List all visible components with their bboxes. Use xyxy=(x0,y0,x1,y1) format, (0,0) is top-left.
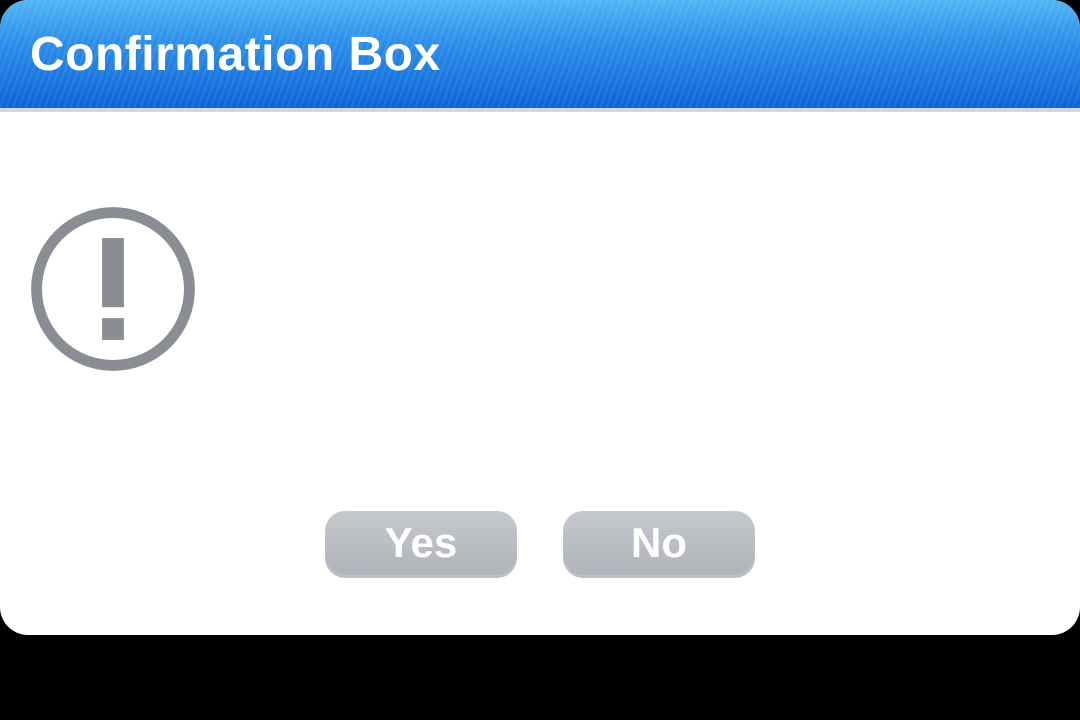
no-button[interactable]: No xyxy=(563,511,755,575)
dialog-buttons: Yes No xyxy=(0,511,1080,575)
dialog-title: Confirmation Box xyxy=(30,27,441,82)
exclamation-icon xyxy=(22,198,204,380)
dialog-body: Yes No xyxy=(0,112,1080,631)
yes-button[interactable]: Yes xyxy=(325,511,517,575)
confirmation-dialog: Confirmation Box Yes No xyxy=(0,0,1080,635)
dialog-titlebar: Confirmation Box xyxy=(0,0,1080,112)
